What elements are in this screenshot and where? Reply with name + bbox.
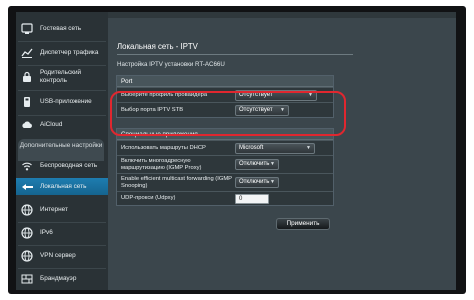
port-section-heading: Port (117, 76, 333, 87)
dhcp-routes-select[interactable]: Microsoft ▼ (235, 143, 315, 154)
igmp-proxy-select[interactable]: Отключить ▼ (235, 159, 279, 170)
sidebar-item-label: Беспроводная сеть (40, 162, 98, 170)
divider (18, 90, 106, 91)
guest-network-icon (20, 22, 34, 36)
traffic-manager-icon (20, 46, 34, 60)
igmp-snooping-value: Отключить (239, 179, 270, 185)
chevron-down-icon: ▼ (306, 145, 311, 151)
special-apps-table: Специальные приложения Использовать марш… (116, 128, 334, 206)
igmp-proxy-value: Отключить (239, 161, 270, 167)
chevron-down-icon: ▼ (270, 179, 275, 185)
firewall-icon (20, 272, 34, 286)
lan-icon (20, 180, 34, 194)
udpxy-port-input[interactable]: 0 (235, 194, 269, 204)
sidebar-item-label: Интернет (40, 206, 68, 214)
title-divider (117, 54, 353, 55)
top-bar (108, 12, 456, 18)
sidebar-item-label: Диспетчер трафика (40, 49, 99, 57)
sidebar-item-internet[interactable]: Интернет (16, 203, 108, 217)
wireless-icon (20, 159, 34, 173)
udpxy-label: UDP-прокси (Udpxy) (121, 195, 176, 201)
table-row: Enable efficient multicast forwarding (I… (117, 173, 333, 191)
sidebar-item-ipv6[interactable]: IPv6 (16, 226, 108, 240)
apply-button[interactable]: Применить (276, 218, 330, 230)
sidebar-item-lan[interactable]: Локальная сеть (16, 180, 108, 194)
sidebar-item-label: USB-приложение (40, 98, 92, 106)
dhcp-routes-value: Microsoft (239, 145, 264, 151)
table-row: Включить многоадресную маршрутизацию (IG… (117, 155, 333, 173)
ipv6-globe-icon (20, 226, 34, 240)
igmp-snooping-label: Enable efficient multicast forwarding (I… (121, 176, 232, 189)
sidebar: Гостевая сеть Диспетчер трафика Родитель… (16, 12, 108, 290)
internet-globe-icon (20, 203, 34, 217)
sidebar-item-label: VPN сервер (40, 252, 76, 260)
dhcp-routes-label: Использовать маршруты DHCP (121, 145, 206, 151)
main-panel: Локальная сеть - IPTV Настройка IPTV уст… (108, 12, 456, 290)
aicloud-icon (20, 118, 34, 132)
divider (18, 222, 106, 223)
table-row: Использовать маршруты DHCP Microsoft ▼ (117, 140, 333, 155)
divider (18, 245, 106, 246)
sidebar-item-wireless[interactable]: Беспроводная сеть (16, 158, 108, 174)
divider (18, 268, 106, 269)
igmp-proxy-label: Включить многоадресную маршрутизацию (IG… (121, 158, 202, 171)
page-description: Настройка IPTV установки RT-AC66U (117, 61, 225, 68)
sidebar-item-parental-control[interactable]: Родительский контроль (16, 69, 108, 85)
sidebar-item-label: AiCloud (40, 121, 63, 129)
sidebar-item-vpn[interactable]: VPN сервер (16, 249, 108, 263)
igmp-snooping-select[interactable]: Отключить ▼ (235, 177, 279, 188)
page-title: Локальная сеть - IPTV (117, 42, 198, 51)
chevron-down-icon: ▼ (270, 161, 275, 167)
divider (18, 65, 106, 66)
divider (18, 41, 106, 42)
highlight-annotation (110, 91, 346, 136)
sidebar-item-label: Родительский контроль (40, 69, 82, 84)
sidebar-item-guest-network[interactable]: Гостевая сеть (16, 22, 108, 36)
sidebar-item-aicloud[interactable]: AiCloud (16, 118, 108, 132)
table-row: UDP-прокси (Udpxy) 0 (117, 191, 333, 205)
sidebar-item-firewall[interactable]: Брандмауэр (16, 272, 108, 286)
sidebar-item-label: Локальная сеть (40, 183, 87, 191)
sidebar-item-usb-app[interactable]: USB-приложение (16, 94, 108, 110)
divider (18, 115, 106, 116)
router-admin-screen: Гостевая сеть Диспетчер трафика Родитель… (16, 12, 456, 290)
usb-icon (20, 95, 34, 109)
sidebar-item-traffic-manager[interactable]: Диспетчер трафика (16, 45, 108, 61)
sidebar-item-label: Брандмауэр (40, 275, 77, 283)
sidebar-item-label: Гостевая сеть (40, 25, 82, 33)
parental-control-icon (20, 70, 34, 84)
vpn-globe-icon (20, 249, 34, 263)
sidebar-item-label: IPv6 (40, 229, 53, 237)
